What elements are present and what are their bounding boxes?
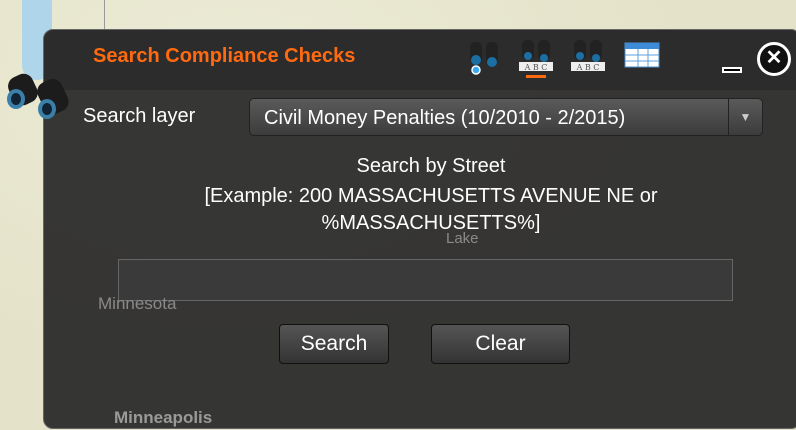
svg-text:A B C: A B C [576,63,600,72]
help-title: Search by Street [356,155,506,177]
clear-button[interactable]: Clear [431,324,570,364]
search-widget-panel: Search Compliance Checks Search layer Ci… [43,29,796,429]
search-layer-select[interactable]: Civil Money Penalties (10/2010 - 2/2015)… [249,98,763,136]
search-button[interactable]: Search [279,324,389,364]
map-label-city: Minneapolis [114,408,213,427]
help-example-line2: %MASSACHUSETTS%] [321,212,541,234]
minimize-button[interactable] [722,67,742,73]
map-label-state: Minnesota [98,294,177,313]
street-search-input[interactable] [118,259,733,301]
widget-header: Search Compliance Checks [44,30,796,90]
search-layer-value: Civil Money Penalties (10/2010 - 2/2015) [264,107,626,129]
search-layer-label: Search layer [83,105,196,127]
binoculars-graphic-icon[interactable] [465,38,505,78]
help-example-line1: [Example: 200 MASSACHUSETTS AVENUE NE or [204,185,658,207]
close-button[interactable]: ✕ [757,42,791,76]
binoculars-text-icon[interactable]: A B C [517,38,557,78]
widget-title: Search Compliance Checks [93,45,356,67]
chevron-down-icon[interactable]: ▼ [728,99,762,135]
table-icon[interactable] [624,42,660,68]
binoculars-text-icon[interactable]: A B C [569,38,609,78]
map-label-lake: Lake [446,230,479,247]
svg-text:A B C: A B C [524,63,548,72]
binoculars-icon [7,73,69,119]
